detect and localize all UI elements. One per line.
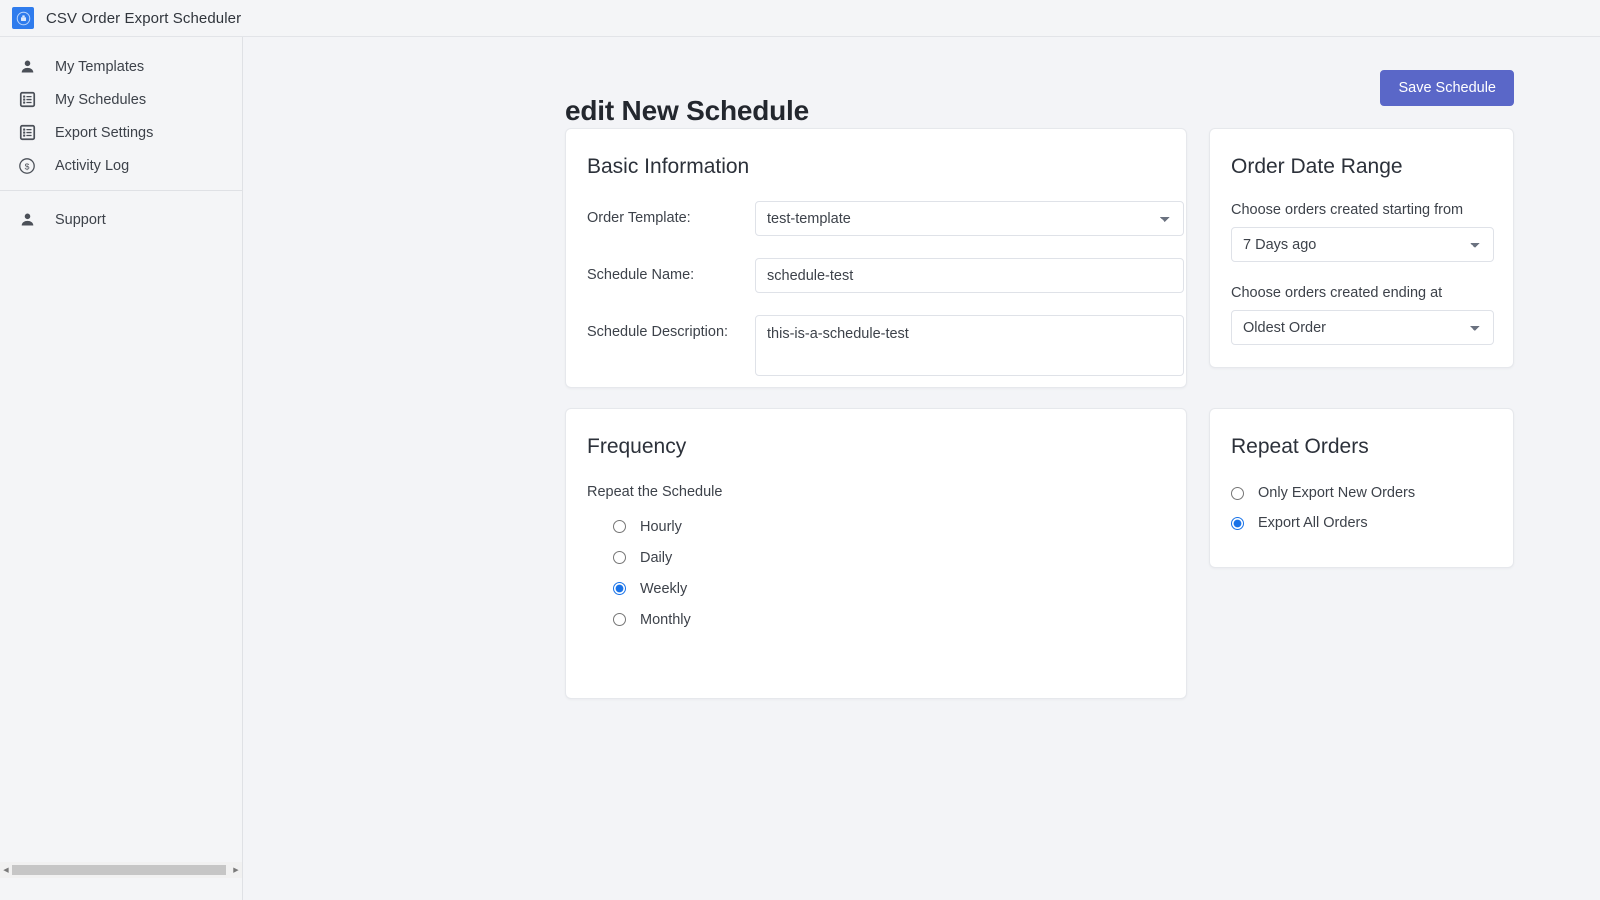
sidebar-item-export-settings[interactable]: Export Settings — [0, 116, 242, 149]
sidebar-item-label: Support — [55, 211, 106, 228]
frequency-option-label: Hourly — [640, 518, 682, 535]
repeat-option-all[interactable]: Export All Orders — [1231, 508, 1513, 538]
svg-text:$: $ — [25, 161, 30, 171]
frequency-option-label: Weekly — [640, 580, 688, 597]
frequency-card: Frequency Repeat the Schedule Hourly Dai… — [565, 408, 1187, 699]
save-schedule-button[interactable]: Save Schedule — [1380, 70, 1514, 106]
frequency-option-daily[interactable]: Daily — [613, 542, 1186, 573]
dollar-circle-icon: $ — [17, 156, 37, 176]
schedule-description-textarea[interactable] — [755, 315, 1184, 376]
date-range-end-select[interactable]: Oldest Order — [1231, 310, 1494, 345]
sidebar-item-label: My Schedules — [55, 91, 147, 108]
frequency-group-label: Repeat the Schedule — [587, 484, 723, 500]
schedule-description-label: Schedule Description: — [587, 324, 729, 340]
frequency-radio-hourly[interactable] — [613, 520, 626, 533]
sidebar-item-label: Export Settings — [55, 124, 154, 141]
frequency-option-monthly[interactable]: Monthly — [613, 604, 1186, 635]
repeat-option-only-new[interactable]: Only Export New Orders — [1231, 478, 1513, 508]
main-content: edit New Schedule Save Schedule Basic In… — [244, 37, 1600, 900]
sidebar-item-my-schedules[interactable]: My Schedules — [0, 83, 242, 116]
list-icon — [17, 123, 37, 143]
sidebar-secondary-group: Support — [0, 191, 242, 236]
order-template-row: Order Template: test-template — [587, 201, 1186, 236]
repeat-radio-all[interactable] — [1231, 516, 1244, 530]
date-range-end-label: Choose orders created ending at — [1231, 285, 1443, 301]
frequency-option-label: Monthly — [640, 611, 691, 628]
caret-left-icon[interactable]: ◀ — [0, 862, 12, 878]
frequency-title: Frequency — [587, 435, 687, 458]
frequency-option-weekly[interactable]: Weekly — [613, 573, 1186, 604]
schedule-name-row: Schedule Name: — [587, 258, 1186, 293]
scrollbar-thumb[interactable] — [12, 865, 226, 875]
page-header: edit New Schedule Save Schedule — [565, 70, 1514, 126]
date-range-start-label: Choose orders created starting from — [1231, 202, 1464, 218]
schedule-description-row: Schedule Description: — [587, 315, 1186, 376]
sidebar-horizontal-scrollbar[interactable]: ◀ ▶ — [0, 862, 242, 878]
frequency-radio-weekly[interactable] — [613, 582, 626, 595]
sidebar-item-support[interactable]: Support — [0, 203, 242, 236]
repeat-radio-only-new[interactable] — [1231, 486, 1244, 500]
basic-information-title: Basic Information — [587, 155, 750, 178]
page-title: edit New Schedule — [565, 94, 809, 126]
sidebar-item-label: My Templates — [55, 58, 145, 75]
repeat-option-label: Export All Orders — [1258, 515, 1368, 531]
sidebar: My Templates My Schedules Export Setting… — [0, 37, 243, 900]
frequency-radio-group: Hourly Daily Weekly Monthly — [613, 511, 1186, 635]
order-template-select[interactable]: test-template — [755, 201, 1184, 236]
frequency-radio-monthly[interactable] — [613, 613, 626, 626]
order-template-label: Order Template: — [587, 210, 691, 226]
frequency-option-label: Daily — [640, 549, 673, 566]
repeat-orders-card: Repeat Orders Only Export New Orders Exp… — [1209, 408, 1514, 568]
export-scheduler-logo-icon — [12, 7, 34, 29]
schedule-name-label: Schedule Name: — [587, 267, 695, 283]
sidebar-item-label: Activity Log — [55, 157, 130, 174]
person-icon — [17, 57, 37, 77]
date-range-start-select[interactable]: 7 Days ago — [1231, 227, 1494, 262]
frequency-radio-daily[interactable] — [613, 551, 626, 564]
sidebar-item-activity-log[interactable]: $ Activity Log — [0, 149, 242, 182]
app-root: CSV Order Export Scheduler My Templates — [0, 0, 1600, 900]
list-icon — [17, 90, 37, 110]
app-header: CSV Order Export Scheduler — [0, 0, 1600, 37]
repeat-orders-radio-group: Only Export New Orders Export All Orders — [1231, 478, 1513, 538]
repeat-orders-title: Repeat Orders — [1231, 435, 1369, 458]
sidebar-item-my-templates[interactable]: My Templates — [0, 50, 242, 83]
scrollbar-track[interactable] — [12, 862, 230, 878]
app-title: CSV Order Export Scheduler — [46, 9, 242, 27]
frequency-option-hourly[interactable]: Hourly — [613, 511, 1186, 542]
basic-information-card: Basic Information Order Template: test-t… — [565, 128, 1187, 388]
order-date-range-card: Order Date Range Choose orders created s… — [1209, 128, 1514, 368]
schedule-name-input[interactable] — [755, 258, 1184, 293]
repeat-option-label: Only Export New Orders — [1258, 485, 1416, 501]
caret-right-icon[interactable]: ▶ — [230, 862, 242, 878]
order-date-range-title: Order Date Range — [1231, 155, 1403, 178]
sidebar-primary-group: My Templates My Schedules Export Setting… — [0, 37, 242, 182]
person-icon — [17, 210, 37, 230]
